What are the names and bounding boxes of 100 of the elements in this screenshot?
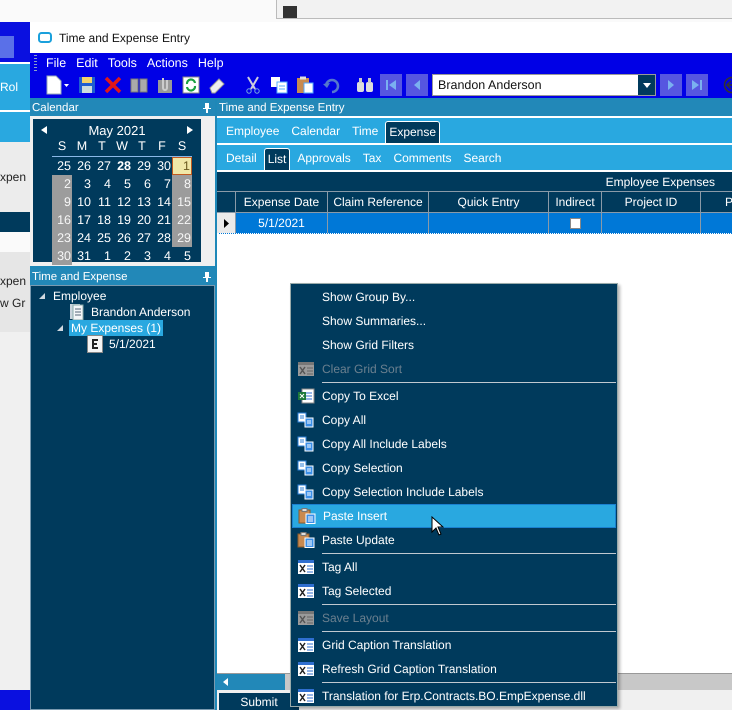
previous-month-icon[interactable] — [41, 126, 47, 134]
calendar-day[interactable]: 27 — [132, 229, 152, 247]
calendar-day[interactable]: 12 — [112, 193, 132, 211]
menu-item[interactable]: Show Grid Filters — [292, 333, 616, 357]
scrollbar[interactable] — [217, 674, 285, 690]
menu-item[interactable]: Copy All — [292, 408, 616, 432]
menu-item[interactable]: Show Group By... — [292, 285, 616, 309]
previous-record-button[interactable] — [406, 74, 428, 96]
tab[interactable]: List — [264, 148, 290, 170]
calendar-day[interactable]: 7 — [152, 175, 172, 193]
tag-sheet-icon — [297, 559, 315, 575]
tree-item[interactable]: 5/1/2021 — [107, 336, 158, 352]
calendar-day[interactable]: 17 — [72, 211, 92, 229]
copy-icon — [297, 460, 315, 476]
menu-item[interactable]: Tag Selected — [292, 579, 616, 603]
menu-item[interactable]: Copy To Excel — [292, 384, 616, 408]
pin-icon[interactable] — [203, 272, 211, 282]
calendar-day[interactable]: 14 — [152, 193, 172, 211]
save-icon[interactable] — [78, 76, 96, 94]
column-header[interactable]: P — [701, 192, 732, 212]
calendar-day[interactable]: 4 — [92, 175, 112, 193]
tree-item[interactable]: Brandon Anderson — [89, 304, 192, 320]
book-icon[interactable] — [130, 76, 148, 94]
menu-item[interactable]: Actions — [142, 56, 193, 70]
tree-item[interactable]: Employee — [51, 288, 108, 304]
next-record-button[interactable] — [660, 74, 682, 96]
calendar-day[interactable]: 18 — [92, 211, 112, 229]
calendar-day[interactable]: 28 — [152, 229, 172, 247]
calendar-day[interactable]: 25 — [92, 229, 112, 247]
calendar-day[interactable]: 5 — [172, 247, 192, 265]
menu-item[interactable]: Copy Selection Include Labels — [292, 480, 616, 504]
calendar-day[interactable]: 13 — [132, 193, 152, 211]
first-record-button[interactable] — [380, 74, 402, 96]
menu-item[interactable]: Paste Update — [292, 528, 616, 552]
new-document-icon[interactable] — [44, 75, 70, 95]
first-icon — [384, 78, 398, 92]
spreadsheet-icon — [297, 388, 315, 404]
menu-item[interactable]: Show Summaries... — [292, 309, 616, 333]
tag-sheet-icon — [297, 688, 315, 704]
scissors-icon[interactable] — [244, 76, 262, 94]
background-text: Rol — [0, 80, 18, 94]
last-record-button[interactable] — [686, 74, 708, 96]
eraser-icon[interactable] — [208, 76, 226, 94]
menu-item[interactable]: Tag All — [292, 555, 616, 579]
calendar-day[interactable]: 5 — [112, 175, 132, 193]
table-row[interactable]: 5/1/2021 — [217, 212, 732, 234]
calendar-day[interactable]: 11 — [92, 193, 112, 211]
copy-icon — [297, 484, 315, 500]
undo-icon[interactable] — [322, 76, 340, 94]
grip-handle[interactable] — [34, 54, 37, 70]
menu-item[interactable]: Tools — [102, 56, 142, 70]
calendar-day[interactable]: 1 — [172, 157, 192, 175]
menu-item[interactable]: Edit — [71, 56, 103, 70]
calendar-day[interactable]: 27 — [92, 157, 112, 175]
binoculars-icon[interactable] — [356, 76, 374, 94]
calendar-day[interactable]: 10 — [72, 193, 92, 211]
weekday-label: M — [76, 139, 88, 155]
record-dropdown[interactable]: Brandon Anderson — [432, 74, 656, 96]
next-month-icon[interactable] — [187, 126, 193, 134]
calendar-day[interactable]: 25 — [52, 157, 72, 175]
expanded-arrow-icon[interactable] — [38, 292, 46, 300]
menu-item[interactable]: Help — [192, 56, 229, 70]
menu-item[interactable]: Refresh Grid Caption Translation — [292, 657, 616, 681]
document-stack-icon — [69, 303, 85, 321]
menu-item[interactable]: Copy All Include Labels — [292, 432, 616, 456]
calendar-day[interactable]: 31 — [72, 247, 92, 265]
mouse-cursor-icon — [431, 516, 444, 536]
weekday-label: F — [157, 139, 167, 155]
checkbox[interactable] — [570, 218, 580, 228]
calendar-day[interactable]: 24 — [72, 229, 92, 247]
paste-icon[interactable] — [296, 76, 314, 94]
expanded-arrow-icon[interactable] — [56, 324, 64, 332]
refresh-icon[interactable] — [182, 76, 200, 94]
submit-button[interactable]: Submit — [219, 693, 299, 710]
calendar-day[interactable]: 4 — [152, 247, 172, 265]
calendar-day[interactable]: 6 — [132, 175, 152, 193]
copy-icon[interactable] — [270, 76, 288, 94]
window-title: Time and Expense Entry — [59, 30, 190, 44]
tab[interactable]: Expense — [385, 121, 440, 143]
calendar-day[interactable]: 19 — [112, 211, 132, 229]
menu-item[interactable]: File — [41, 56, 72, 70]
calendar-day[interactable]: 26 — [112, 229, 132, 247]
calendar-day[interactable]: 26 — [72, 157, 92, 175]
expense-document-icon — [87, 335, 103, 353]
calendar-day[interactable]: 3 — [72, 175, 92, 193]
ribbon-tab[interactable] — [0, 110, 30, 142]
menu-item[interactable]: Grid Caption Translation — [292, 633, 616, 657]
calendar-day[interactable]: 2 — [112, 247, 132, 265]
pin-icon[interactable] — [203, 103, 211, 113]
calendar-day[interactable]: 30 — [152, 157, 172, 175]
calendar-day[interactable]: 20 — [132, 211, 152, 229]
paperclip-icon[interactable] — [156, 76, 174, 94]
tag-sheet-icon — [297, 637, 315, 653]
menu-item[interactable]: Copy Selection — [292, 456, 616, 480]
calendar-day[interactable]: 1 — [92, 247, 112, 265]
calendar-day[interactable]: 3 — [132, 247, 152, 265]
calendar-day[interactable]: 29 — [132, 157, 152, 175]
calendar-day[interactable]: 28 — [112, 157, 132, 175]
calendar-day[interactable]: 21 — [152, 211, 172, 229]
app-icon — [38, 32, 52, 43]
